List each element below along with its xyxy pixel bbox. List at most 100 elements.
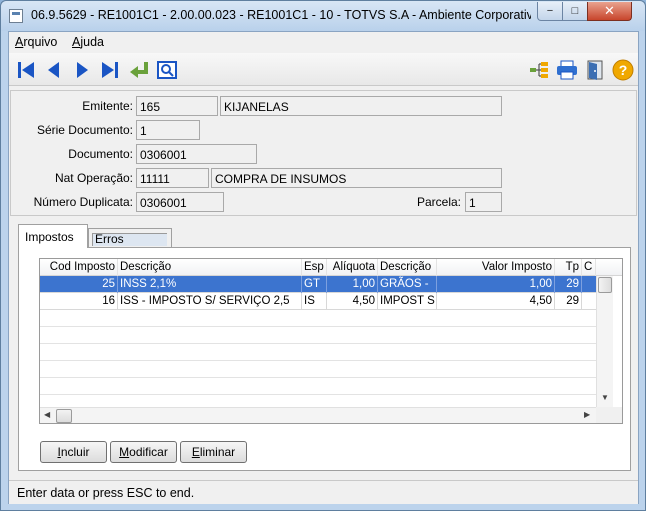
column-header-valor-imposto[interactable]: Valor Imposto bbox=[437, 259, 555, 276]
menu-arquivo[interactable]: Arquivo bbox=[15, 35, 57, 49]
scrollbar-corner bbox=[596, 407, 622, 423]
empty-row bbox=[40, 344, 596, 361]
main-window: 06.9.5629 - RE1001C1 - 2.00.00.023 - RE1… bbox=[0, 0, 646, 511]
column-header-descricao[interactable]: Descrição bbox=[118, 259, 302, 276]
tab-erros-label: Erros bbox=[95, 232, 124, 246]
minimize-button[interactable]: − bbox=[537, 2, 563, 21]
column-header-tp[interactable]: Tp bbox=[555, 259, 582, 276]
help-icon: ? bbox=[612, 59, 634, 81]
return-button[interactable] bbox=[126, 57, 152, 83]
duplicata-field[interactable]: 0306001 bbox=[136, 192, 224, 212]
column-header-esp[interactable]: Esp bbox=[302, 259, 327, 276]
zoom-icon bbox=[157, 61, 177, 79]
help-glyph: ? bbox=[619, 62, 628, 78]
cell-tp: 29 bbox=[555, 276, 582, 293]
next-record-icon bbox=[77, 62, 88, 78]
impostos-tab-page: Cod Imposto Descrição Esp Alíquota Descr… bbox=[18, 247, 631, 471]
cell-esp: IS bbox=[302, 293, 327, 310]
scroll-right-arrow-icon[interactable]: ▶ bbox=[584, 410, 590, 419]
cell-descricao-2: IMPOST S bbox=[378, 293, 437, 310]
column-header-descricao-2[interactable]: Descrição bbox=[378, 259, 437, 276]
previous-record-button[interactable] bbox=[41, 57, 67, 83]
last-record-icon bbox=[102, 62, 118, 78]
last-record-button[interactable] bbox=[97, 57, 123, 83]
first-record-icon bbox=[18, 62, 34, 78]
horizontal-scroll-thumb[interactable] bbox=[56, 409, 72, 423]
scroll-left-arrow-icon[interactable]: ◀ bbox=[44, 410, 50, 419]
documento-field[interactable]: 0306001 bbox=[136, 144, 257, 164]
nat-operacao-label: Nat Operação: bbox=[54, 171, 133, 185]
tab-erros[interactable]: Erros bbox=[88, 228, 172, 248]
cell-cod-imposto: 16 bbox=[40, 293, 118, 310]
cell-aliquota: 1,00 bbox=[327, 276, 378, 293]
emitente-code-field[interactable]: 165 bbox=[136, 96, 218, 116]
column-header-aliquota[interactable]: Alíquota bbox=[327, 259, 378, 276]
eliminar-label: liminar bbox=[199, 445, 236, 459]
column-header-c[interactable]: C bbox=[582, 259, 596, 276]
table-row[interactable]: 25 INSS 2,1% GT 1,00 GRÃOS - 1,00 29 bbox=[40, 276, 596, 293]
parcela-label: Parcela: bbox=[416, 195, 461, 209]
exit-icon bbox=[587, 60, 603, 80]
cell-valor-imposto: 1,00 bbox=[437, 276, 555, 293]
eliminar-mnemonic: E bbox=[191, 445, 200, 459]
menu-bar: Arquivo Ajuda bbox=[9, 32, 638, 52]
zoom-button[interactable] bbox=[154, 57, 180, 83]
status-text: Enter data or press ESC to end. bbox=[17, 486, 195, 500]
empty-row bbox=[40, 310, 596, 327]
impostos-grid[interactable]: Cod Imposto Descrição Esp Alíquota Descr… bbox=[39, 258, 623, 424]
empty-row bbox=[40, 378, 596, 395]
incluir-label: ncluir bbox=[60, 445, 90, 459]
empty-row bbox=[40, 361, 596, 378]
cell-esp: GT bbox=[302, 276, 327, 293]
duplicata-label: Número Duplicata: bbox=[33, 195, 133, 209]
title-bar[interactable]: 06.9.5629 - RE1001C1 - 2.00.00.023 - RE1… bbox=[1, 1, 645, 31]
return-icon bbox=[130, 62, 148, 78]
hierarchy-icon bbox=[530, 62, 548, 78]
client-area: Arquivo Ajuda ? Emitente: 165 KIJANELAS … bbox=[8, 31, 639, 504]
serie-field[interactable]: 1 bbox=[136, 120, 200, 140]
menu-arquivo-label: rquivo bbox=[23, 35, 58, 49]
emitente-label: Emitente: bbox=[82, 99, 133, 113]
cell-descricao: INSS 2,1% bbox=[118, 276, 302, 293]
next-record-button[interactable] bbox=[69, 57, 95, 83]
exit-button[interactable] bbox=[582, 57, 608, 83]
hierarchy-button[interactable] bbox=[526, 57, 552, 83]
column-header-cod-imposto[interactable]: Cod Imposto bbox=[40, 259, 118, 276]
cell-cod-imposto: 25 bbox=[40, 276, 118, 293]
menu-ajuda[interactable]: Ajuda bbox=[72, 35, 104, 49]
table-row[interactable]: 16 ISS - IMPOSTO S/ SERVIÇO 2,5 IS 4,50 … bbox=[40, 293, 596, 310]
help-button[interactable]: ? bbox=[610, 57, 636, 83]
window-title: 06.9.5629 - RE1001C1 - 2.00.00.023 - RE1… bbox=[31, 8, 531, 22]
nat-operacao-code-field[interactable]: 11111 bbox=[136, 168, 209, 188]
tab-control: Impostos Erros Cod Imposto Descrição Esp… bbox=[10, 218, 637, 480]
eliminar-button[interactable]: Eliminar bbox=[180, 441, 247, 463]
incluir-button[interactable]: Incluir bbox=[40, 441, 107, 463]
cell-descricao-2: GRÃOS - bbox=[378, 276, 437, 293]
menu-ajuda-label: juda bbox=[80, 35, 104, 49]
toolbar: ? bbox=[9, 53, 638, 86]
print-button[interactable] bbox=[554, 57, 580, 83]
serie-label: Série Documento: bbox=[36, 123, 133, 137]
empty-row bbox=[40, 327, 596, 344]
parcela-field[interactable]: 1 bbox=[465, 192, 502, 212]
maximize-button[interactable]: □ bbox=[562, 2, 588, 21]
vertical-scrollbar[interactable]: ▼ bbox=[596, 276, 613, 423]
vertical-scroll-thumb[interactable] bbox=[598, 277, 612, 293]
status-bar: Enter data or press ESC to end. bbox=[9, 480, 638, 504]
horizontal-scrollbar[interactable]: ◀ ▶ bbox=[40, 407, 596, 423]
print-icon bbox=[557, 60, 577, 80]
cell-descricao: ISS - IMPOSTO S/ SERVIÇO 2,5 bbox=[118, 293, 302, 310]
cell-aliquota: 4,50 bbox=[327, 293, 378, 310]
documento-label: Documento: bbox=[68, 147, 133, 161]
app-icon bbox=[9, 9, 23, 23]
modificar-label: odificar bbox=[129, 445, 168, 459]
modificar-button[interactable]: Modificar bbox=[110, 441, 177, 463]
scroll-down-arrow-icon[interactable]: ▼ bbox=[601, 393, 609, 402]
close-button[interactable]: ✕ bbox=[587, 2, 632, 21]
emitente-name-field: KIJANELAS bbox=[220, 96, 502, 116]
first-record-button[interactable] bbox=[13, 57, 39, 83]
cell-valor-imposto: 4,50 bbox=[437, 293, 555, 310]
tab-impostos[interactable]: Impostos bbox=[18, 224, 88, 248]
modificar-mnemonic: M bbox=[119, 445, 130, 459]
header-form: Emitente: 165 KIJANELAS Série Documento:… bbox=[10, 90, 637, 216]
